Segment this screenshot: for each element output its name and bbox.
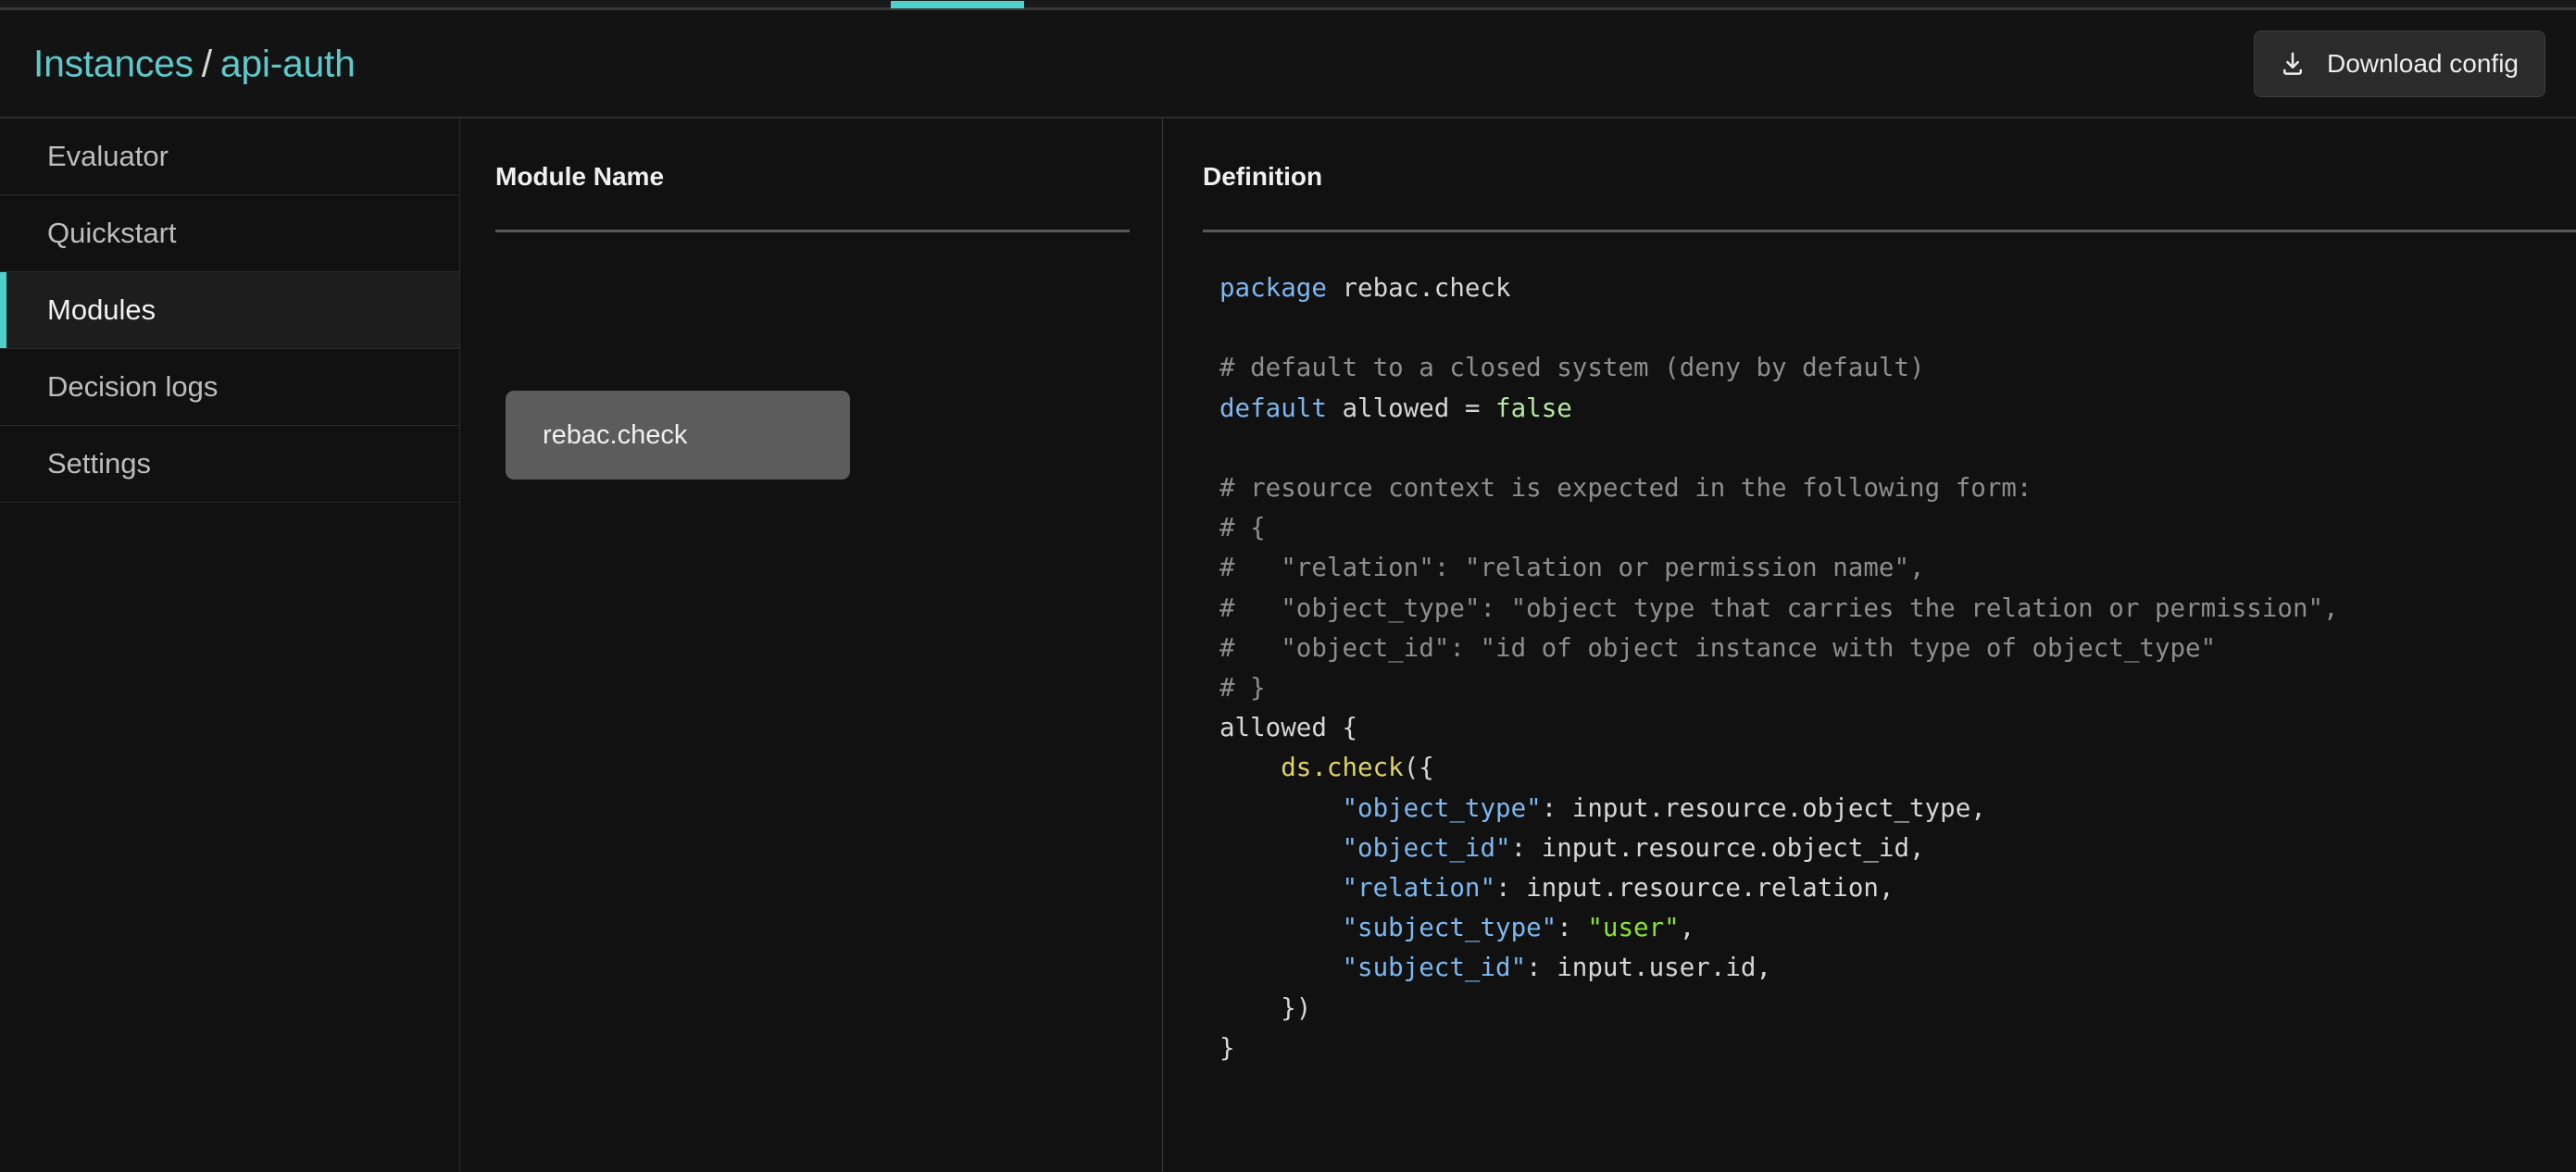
breadcrumb-current[interactable]: api-auth (220, 42, 356, 84)
code-token: # resource context is expected in the fo… (1219, 473, 2032, 504)
definition-code-block: package rebac.check # default to a close… (1219, 268, 2557, 1068)
code-token: # "object_id": "id of object instance wi… (1219, 632, 2217, 663)
code-line: "object_id": input.resource.object_id, (1219, 829, 2557, 868)
definition-code-pane[interactable]: package rebac.check # default to a close… (1219, 268, 2557, 1172)
code-token: "object_id" (1342, 832, 1511, 863)
download-config-button-label: Download config (2326, 48, 2519, 78)
code-token: ds.check (1281, 753, 1404, 783)
definition-column: Definition package rebac.check # default… (1162, 118, 2576, 1172)
page-header: Instances / api-auth Download config (0, 10, 2576, 118)
module-name-header: Module Name (461, 162, 1162, 232)
code-line: # { (1219, 508, 2557, 548)
sidebar-item-label: Quickstart (47, 217, 177, 249)
code-line: "subject_type": "user", (1219, 908, 2557, 948)
code-token: } (1219, 1032, 1235, 1063)
code-line: "object_type": input.resource.object_typ… (1219, 789, 2557, 829)
sidebar-item-label: Settings (47, 447, 152, 480)
code-token: # default to a closed system (deny by de… (1219, 353, 1925, 383)
code-token: allowed = (1326, 393, 1496, 423)
sidebar-item-decision-logs[interactable]: Decision logs (0, 349, 459, 426)
code-token: "object_type" (1342, 792, 1542, 823)
module-name-header-divider (495, 230, 1130, 232)
code-line: # "object_id": "id of object instance wi… (1219, 629, 2557, 668)
code-line: # default to a closed system (deny by de… (1219, 348, 2557, 388)
code-token: false (1495, 393, 1572, 423)
code-line: # "object_type": "object type that carri… (1219, 589, 2557, 629)
app-root: Instances / api-auth Download config Evalu… (0, 0, 2576, 1172)
definition-header-label: Definition (1203, 162, 1323, 191)
sidebar-item-quickstart[interactable]: Quickstart (0, 195, 459, 272)
sidebar-item-label: Decision logs (47, 370, 219, 403)
definition-header: Definition (1163, 162, 2576, 232)
code-token: : input.resource.object_id, (1510, 832, 1925, 863)
download-icon (2279, 50, 2307, 78)
definition-header-divider (1203, 230, 2576, 232)
active-tab-indicator (891, 1, 1024, 8)
sidebar-item-modules[interactable]: Modules (0, 272, 459, 349)
code-token: "subject_type" (1342, 913, 1557, 943)
code-token: # } (1219, 673, 1266, 704)
code-token: # { (1219, 513, 1266, 543)
code-token: # "object_type": "object type that carri… (1219, 592, 2339, 623)
sidebar: Evaluator Quickstart Modules Decision lo… (0, 118, 460, 1172)
code-token: # "relation": "relation or permission na… (1219, 553, 1925, 583)
code-token: "relation" (1342, 873, 1496, 904)
code-line: "relation": input.resource.relation, (1219, 868, 2557, 908)
code-line: default allowed = false (1219, 389, 2557, 429)
code-token: "subject_id" (1342, 953, 1527, 983)
sidebar-item-evaluator[interactable]: Evaluator (0, 118, 459, 195)
sidebar-item-settings[interactable]: Settings (0, 426, 459, 503)
code-token: rebac.check (1326, 273, 1511, 303)
code-line: # resource context is expected in the fo… (1219, 468, 2557, 508)
code-token: : input.user.id, (1526, 953, 1772, 983)
main-content: Module Name rebac.check Definition packa… (461, 118, 2576, 1172)
module-list-item-label: rebac.check (543, 419, 688, 450)
code-line: "subject_id": input.user.id, (1219, 948, 2557, 988)
code-line: # } (1219, 668, 2557, 708)
code-token: : input.resource.relation, (1495, 873, 1894, 904)
code-line: ds.check({ (1219, 748, 2557, 788)
breadcrumb: Instances / api-auth (33, 44, 356, 82)
code-token: : (1557, 913, 1588, 943)
sidebar-item-label: Modules (47, 293, 156, 326)
code-token: ({ (1403, 753, 1434, 783)
top-strip (0, 0, 2576, 10)
sidebar-item-label: Evaluator (47, 140, 169, 172)
breadcrumb-root-link[interactable]: Instances (33, 42, 194, 84)
code-token: }) (1219, 992, 1312, 1023)
code-line: # "relation": "relation or permission na… (1219, 548, 2557, 588)
module-list-item-rebac-check[interactable]: rebac.check (506, 391, 850, 480)
code-token: , (1679, 913, 1695, 943)
code-line: allowed { (1219, 708, 2557, 748)
breadcrumb-separator: / (201, 42, 212, 84)
code-token: package (1219, 273, 1327, 303)
code-token: allowed { (1219, 713, 1358, 743)
code-token: "user" (1587, 913, 1680, 943)
code-token: : input.resource.object_type, (1541, 792, 1986, 823)
module-name-header-label: Module Name (495, 162, 665, 191)
code-line: } (1219, 1029, 2557, 1068)
code-line: package rebac.check (1219, 268, 2557, 308)
code-token: default (1219, 393, 1327, 423)
module-list-column: Module Name rebac.check (461, 118, 1162, 1172)
code-line: }) (1219, 989, 2557, 1029)
download-config-button[interactable]: Download config (2253, 30, 2545, 97)
